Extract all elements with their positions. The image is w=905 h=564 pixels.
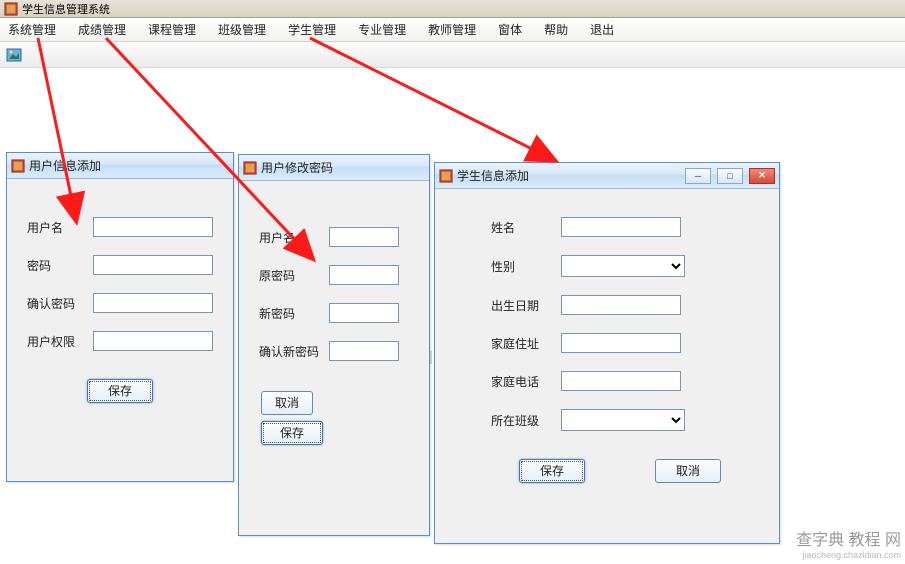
window-user-add-body: 用户名 密码 确认密码 用户权限 保存 xyxy=(7,179,233,417)
input-password[interactable] xyxy=(93,255,213,275)
label-role: 用户权限 xyxy=(27,333,93,350)
input-newpw[interactable] xyxy=(329,303,399,323)
form-icon xyxy=(11,159,25,173)
label-oldpw: 原密码 xyxy=(259,267,329,284)
input-confirmnew[interactable] xyxy=(329,341,399,361)
menu-exit[interactable]: 退出 xyxy=(590,21,614,38)
input-address[interactable] xyxy=(561,333,681,353)
menu-windows[interactable]: 窗体 xyxy=(498,21,522,38)
mdi-client-area: http://blog.csdn.net/erlian1992 用户信息添加 用… xyxy=(0,68,905,564)
label-confirm-password: 确认密码 xyxy=(27,295,93,312)
save-button[interactable]: 保存 xyxy=(519,459,585,483)
minimize-button[interactable]: ─ xyxy=(685,168,711,184)
label-gender: 性别 xyxy=(491,258,561,275)
input-name[interactable] xyxy=(561,217,681,237)
cancel-button[interactable]: 取消 xyxy=(261,391,313,415)
window-student-add-body: 姓名 性别 出生日期 家庭住址 家庭电话 所在班级 xyxy=(435,189,779,497)
window-user-add-titlebar[interactable]: 用户信息添加 xyxy=(7,153,233,179)
input-dob[interactable] xyxy=(561,295,681,315)
window-change-password: 用户修改密码 用户名 原密码 新密码 确认新密码 取消 保 xyxy=(238,154,430,536)
form-icon xyxy=(243,161,257,175)
input-oldpw[interactable] xyxy=(329,265,399,285)
input-role[interactable] xyxy=(93,331,213,351)
window-change-password-body: 用户名 原密码 新密码 确认新密码 取消 保存 xyxy=(239,181,429,459)
label-password: 密码 xyxy=(27,257,93,274)
menu-majors[interactable]: 专业管理 xyxy=(358,21,406,38)
menu-classes[interactable]: 班级管理 xyxy=(218,21,266,38)
maximize-button[interactable]: □ xyxy=(717,168,743,184)
window-student-add: 学生信息添加 ─ □ ✕ 姓名 性别 出生日期 家庭住址 家庭电话 xyxy=(434,162,780,544)
label-username: 用户名 xyxy=(27,219,93,236)
label-name: 姓名 xyxy=(491,219,561,236)
window-user-add-title: 用户信息添加 xyxy=(29,157,229,174)
label-newpw: 新密码 xyxy=(259,305,329,322)
input-username[interactable] xyxy=(93,217,213,237)
window-student-add-titlebar[interactable]: 学生信息添加 ─ □ ✕ xyxy=(435,163,779,189)
label-address: 家庭住址 xyxy=(491,335,561,352)
main-title-text: 学生信息管理系统 xyxy=(22,1,110,17)
menubar: 系统管理 成绩管理 课程管理 班级管理 学生管理 专业管理 教师管理 窗体 帮助… xyxy=(0,18,905,42)
image-icon[interactable] xyxy=(6,47,22,63)
window-change-password-title: 用户修改密码 xyxy=(261,159,425,176)
input-phone[interactable] xyxy=(561,371,681,391)
window-student-add-title: 学生信息添加 xyxy=(457,167,679,184)
window-user-add: 用户信息添加 用户名 密码 确认密码 用户权限 保存 xyxy=(6,152,234,482)
cancel-button[interactable]: 取消 xyxy=(655,459,721,483)
label-phone: 家庭电话 xyxy=(491,373,561,390)
menu-courses[interactable]: 课程管理 xyxy=(148,21,196,38)
label-username2: 用户名 xyxy=(259,229,329,246)
menu-teachers[interactable]: 教师管理 xyxy=(428,21,476,38)
menu-help[interactable]: 帮助 xyxy=(544,21,568,38)
toolbar xyxy=(0,42,905,68)
input-username2[interactable] xyxy=(329,227,399,247)
label-dob: 出生日期 xyxy=(491,297,561,314)
menu-system[interactable]: 系统管理 xyxy=(8,21,56,38)
form-icon xyxy=(439,169,453,183)
label-class: 所在班级 xyxy=(491,412,561,429)
menu-grades[interactable]: 成绩管理 xyxy=(78,21,126,38)
app-icon xyxy=(4,2,18,16)
label-confirmnew: 确认新密码 xyxy=(259,343,329,360)
window-change-password-titlebar[interactable]: 用户修改密码 xyxy=(239,155,429,181)
menu-students[interactable]: 学生管理 xyxy=(288,21,336,38)
select-class[interactable] xyxy=(561,409,685,431)
main-titlebar: 学生信息管理系统 xyxy=(0,0,905,18)
select-gender[interactable] xyxy=(561,255,685,277)
save-button[interactable]: 保存 xyxy=(261,421,323,445)
input-confirm-password[interactable] xyxy=(93,293,213,313)
save-button[interactable]: 保存 xyxy=(87,379,153,403)
close-button[interactable]: ✕ xyxy=(749,168,775,184)
